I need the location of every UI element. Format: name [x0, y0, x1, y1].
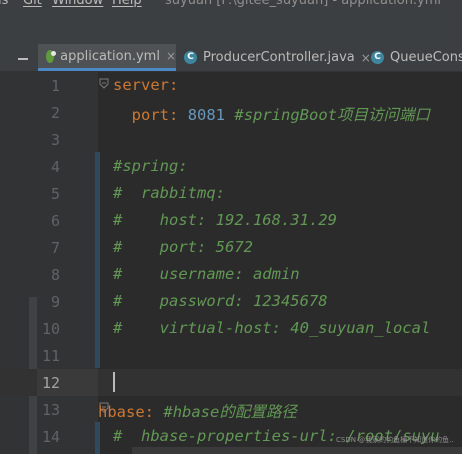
editor-tab-bar: application.yml × C ProducerController.j… [0, 44, 462, 72]
yaml-file-icon [46, 49, 57, 63]
line-number: 12 [41, 374, 60, 392]
code-comment: # username: admin [113, 265, 300, 283]
horizontal-scrollbar[interactable] [132, 447, 462, 454]
code-line: 13 hbase: #hbase的配置路径 [0, 396, 462, 423]
code-line: 1 server: [0, 72, 462, 99]
fold-open-icon[interactable] [99, 78, 109, 90]
line-number: 8 [50, 266, 60, 284]
hide-tool-window-button[interactable] [12, 50, 28, 66]
line-number: 3 [50, 131, 60, 149]
code-text: hbase: #hbase的配置路径 [98, 403, 297, 421]
code-line: 6 # host: 192.168.31.29 [0, 207, 462, 234]
code-comment: # rabbitmq: [113, 184, 225, 202]
code-line: 4 #spring: [0, 153, 462, 180]
line-number: 14 [41, 428, 60, 446]
tab-label: ProducerController.java [203, 50, 355, 65]
line-number: 1 [50, 77, 60, 95]
watermark-text: CSDN @我家的钓鱼桶不知道你的鱼.. [336, 436, 454, 444]
menu-bar: ls Git Window Help suyuan [F:\gitee_suyu… [0, 0, 462, 18]
text-cursor [113, 372, 115, 392]
code-comment: # host: 192.168.31.29 [113, 211, 337, 229]
line-number: 10 [41, 320, 60, 338]
line-number: 11 [41, 347, 60, 365]
code-line: 3 [0, 126, 462, 153]
line-number: 9 [50, 293, 60, 311]
tab-queue-consumer[interactable]: C QueueConsu [371, 44, 462, 71]
line-number: 6 [50, 212, 60, 230]
code-comment: # password: 12345678 [113, 292, 328, 310]
code-comment: # virtual-host: 40_suyuan_local [113, 319, 431, 337]
menu-item-window[interactable]: Window [52, 0, 103, 8]
code-line: 2 port: 8081 #springBoot项目访问端口 [0, 99, 462, 126]
java-class-icon: C [371, 51, 384, 64]
line-number: 7 [50, 239, 60, 257]
code-line: 9 # password: 12345678 [0, 288, 462, 315]
line-number: 13 [41, 401, 60, 419]
line-number: 2 [50, 104, 60, 122]
ide-window: ls Git Window Help suyuan [F:\gitee_suyu… [0, 0, 462, 454]
toolbar-area [0, 18, 462, 44]
minus-icon [18, 58, 28, 60]
code-line: 10 # virtual-host: 40_suyuan_local [0, 315, 462, 342]
code-text: server: [113, 76, 179, 94]
code-line: 7 # port: 5672 [0, 234, 462, 261]
close-tab-icon[interactable]: × [166, 49, 176, 63]
tab-producer-controller[interactable]: C ProducerController.java × [184, 44, 371, 71]
close-tab-icon[interactable]: × [361, 51, 371, 65]
line-number: 5 [50, 185, 60, 203]
code-comment: # port: 5672 [113, 238, 253, 256]
menu-item-tools[interactable]: ls [0, 0, 8, 8]
line-number: 4 [50, 158, 60, 176]
current-code-line: 12 [0, 369, 462, 396]
code-text: port: 8081 #springBoot项目访问端口 [131, 106, 431, 124]
java-class-icon: C [184, 51, 197, 64]
tab-label: application.yml [60, 48, 160, 64]
menu-item-help[interactable]: Help [112, 0, 142, 8]
code-line: 8 # username: admin [0, 261, 462, 288]
code-comment: #spring: [113, 157, 188, 175]
code-line: 5 # rabbitmq: [0, 180, 462, 207]
tab-application-yml[interactable]: application.yml × [38, 44, 176, 71]
tab-label: QueueConsu [390, 50, 462, 65]
code-line: 11 [0, 342, 462, 369]
menu-item-git[interactable]: Git [23, 0, 42, 8]
window-title: suyuan [F:\gitee_suyuan] - application.y… [165, 0, 442, 8]
